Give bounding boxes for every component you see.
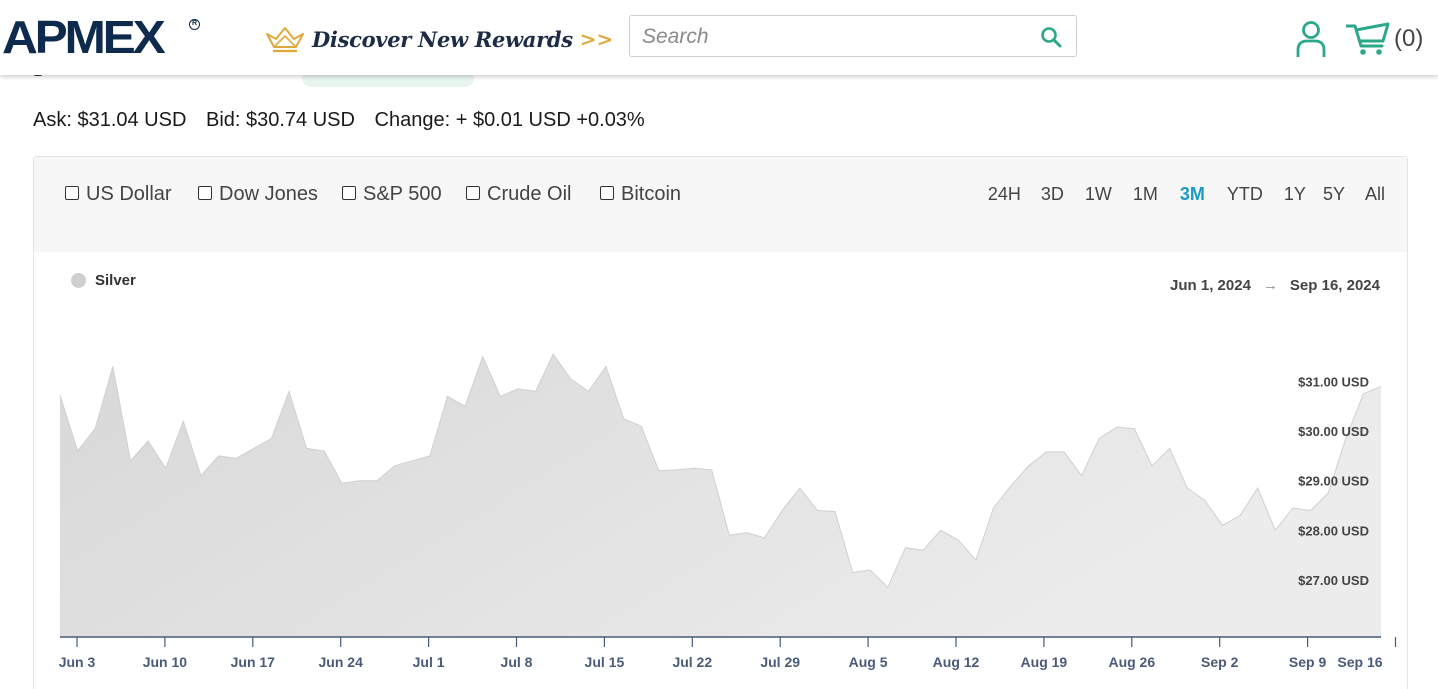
x-tick-label: Jul 22 (672, 654, 712, 670)
search-box (629, 15, 1077, 57)
y-tick-label: $30.00 USD (1298, 424, 1369, 439)
x-tick-label: Jun 10 (143, 654, 188, 670)
price-quote: Ask: $31.04 USD Bid: $30.74 USD Change: … (33, 109, 659, 132)
x-tick-label: Sep 2 (1201, 654, 1239, 670)
user-icon[interactable] (1295, 20, 1327, 58)
rewards-banner-link[interactable]: Discover New Rewards >> (264, 24, 613, 54)
x-tick-label: Jun 17 (231, 654, 276, 670)
x-tick-label: Jul 29 (760, 654, 800, 670)
silver-price-chart[interactable]: $27.00 USD $28.00 USD $29.00 USD $30.00 USD… (34, 157, 1407, 689)
chart-panel: US Dollar Dow Jones S&P 500 Crude Oil Bi… (33, 156, 1408, 689)
silver-area-series[interactable] (60, 354, 1381, 637)
y-tick-label: $29.00 USD (1298, 474, 1369, 489)
x-tick-label: Jul 8 (501, 654, 533, 670)
x-tick-label: Jul 1 (413, 654, 445, 670)
rewards-arrows: >> (579, 27, 614, 51)
crown-icon (266, 27, 304, 53)
y-tick-label: $28.00 USD (1298, 523, 1369, 538)
rewards-label: Discover New Rewards (312, 26, 573, 52)
bid-price: Bid: $30.74 USD (205, 109, 355, 131)
cart-icon[interactable] (1346, 20, 1390, 56)
x-tick-label: Sep 9 (1289, 654, 1327, 670)
registered-mark-icon: R (189, 19, 200, 30)
x-tick-label: Aug 19 (1021, 654, 1068, 670)
x-tick-label: Aug 26 (1108, 654, 1155, 670)
search-input[interactable] (642, 24, 1022, 50)
cart-count[interactable]: (0) (1394, 25, 1423, 53)
search-icon[interactable] (1040, 26, 1062, 48)
x-tick-label: Jun 24 (319, 654, 364, 670)
ask-price: Ask: $31.04 USD (33, 109, 187, 131)
x-tick-label: Aug 5 (849, 654, 888, 670)
site-header: APMEX R Discover New Rewards >> (0) (0, 0, 1438, 75)
x-tick-label: Jul 15 (585, 654, 625, 670)
x-tick-label: Jun 3 (59, 654, 96, 670)
y-tick-label: $31.00 USD (1298, 374, 1369, 389)
x-tick-label: Aug 12 (933, 654, 980, 670)
x-tick-label: Sep 16 (1337, 654, 1382, 670)
y-tick-label: $27.00 USD (1298, 573, 1369, 588)
price-change: Change: + $0.01 USD +0.03% (374, 109, 645, 131)
apmex-logo[interactable]: APMEX (2, 14, 166, 60)
